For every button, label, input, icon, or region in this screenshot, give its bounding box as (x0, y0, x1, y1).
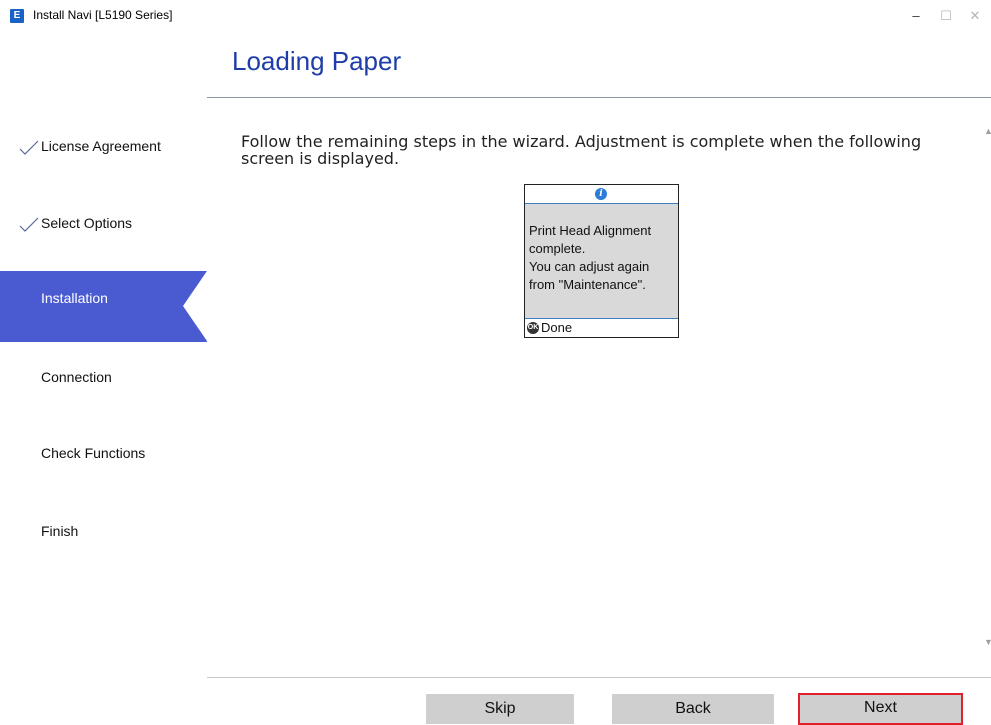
footer-divider (207, 677, 991, 678)
sidebar-item-label: Select Options (41, 215, 133, 231)
maximize-button[interactable]: ☐ (933, 4, 959, 28)
sidebar-item-connection: Connection (0, 369, 207, 389)
printer-screen-footer: OK Done (525, 319, 678, 337)
epson-app-icon: E (10, 9, 24, 23)
info-icon: i (595, 188, 607, 200)
instruction-text: Follow the remaining steps in the wizard… (241, 132, 922, 168)
title-divider (207, 97, 991, 98)
sidebar-item-label: Finish (41, 523, 79, 539)
ok-button-icon: OK (527, 322, 539, 334)
skip-button[interactable]: Skip (426, 694, 574, 724)
sidebar-item-label: Installation (41, 290, 108, 306)
printer-screen-line: from "Maintenance". (529, 277, 646, 292)
sidebar-item-label: Connection (41, 369, 112, 385)
checkmark-icon (19, 217, 39, 232)
sidebar-item-select-options: Select Options (0, 215, 207, 235)
printer-screen-line: You can adjust again (529, 259, 650, 274)
sidebar-item-check-functions: Check Functions (0, 445, 207, 465)
sidebar-item-installation: Installation (0, 271, 207, 342)
minimize-button[interactable]: – (903, 4, 929, 28)
active-step-pointer (183, 271, 207, 341)
printer-screen-text: Print Head Alignment complete. You can a… (529, 222, 651, 294)
printer-screen-message: Print Head Alignment complete. You can a… (525, 204, 678, 319)
page-title: Loading Paper (232, 46, 402, 76)
checkmark-icon (19, 140, 39, 155)
back-button[interactable]: Back (612, 694, 774, 724)
sidebar-item-label: Check Functions (41, 445, 146, 461)
close-button[interactable]: ✕ (962, 4, 988, 28)
done-label: Done (541, 320, 573, 335)
printer-screen-line: Print Head Alignment (529, 223, 652, 238)
sidebar-item-license-agreement: License Agreement (0, 138, 207, 158)
next-button[interactable]: Next (798, 693, 963, 725)
title-bar: E Install Navi [L5190 Series] – ☐ ✕ (0, 0, 991, 32)
sidebar-item-label: License Agreement (41, 138, 161, 154)
printer-screen-illustration: i Print Head Alignment complete. You can… (524, 184, 679, 338)
window-title: Install Navi [L5190 Series] (33, 8, 173, 22)
sidebar-item-finish: Finish (0, 523, 207, 543)
active-step-highlight (0, 271, 207, 342)
printer-screen-header: i (525, 185, 678, 204)
scroll-down-arrow-icon[interactable]: ▼ (984, 637, 991, 647)
scroll-up-arrow-icon[interactable]: ▲ (984, 126, 991, 136)
printer-screen-line: complete. (529, 241, 586, 256)
